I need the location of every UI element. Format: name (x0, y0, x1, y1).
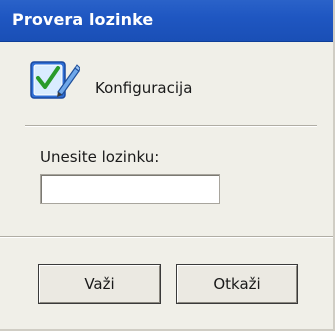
cancel-button[interactable]: Otkaži (176, 264, 298, 304)
buttons-divider (0, 236, 333, 238)
password-dialog: Provera lozinke Konfiguracija Unesite lo… (0, 0, 335, 331)
header-label: Konfiguracija (95, 79, 193, 97)
title-bar[interactable]: Provera lozinke (0, 0, 333, 42)
password-input[interactable] (40, 174, 220, 204)
ok-button[interactable]: Važi (38, 264, 161, 304)
password-prompt-label: Unesite lozinku: (40, 148, 160, 166)
configuration-checkmark-icon (30, 61, 80, 99)
window-title: Provera lozinke (12, 10, 154, 29)
dialog-header: Konfiguracija (0, 42, 333, 122)
header-divider (25, 125, 317, 127)
